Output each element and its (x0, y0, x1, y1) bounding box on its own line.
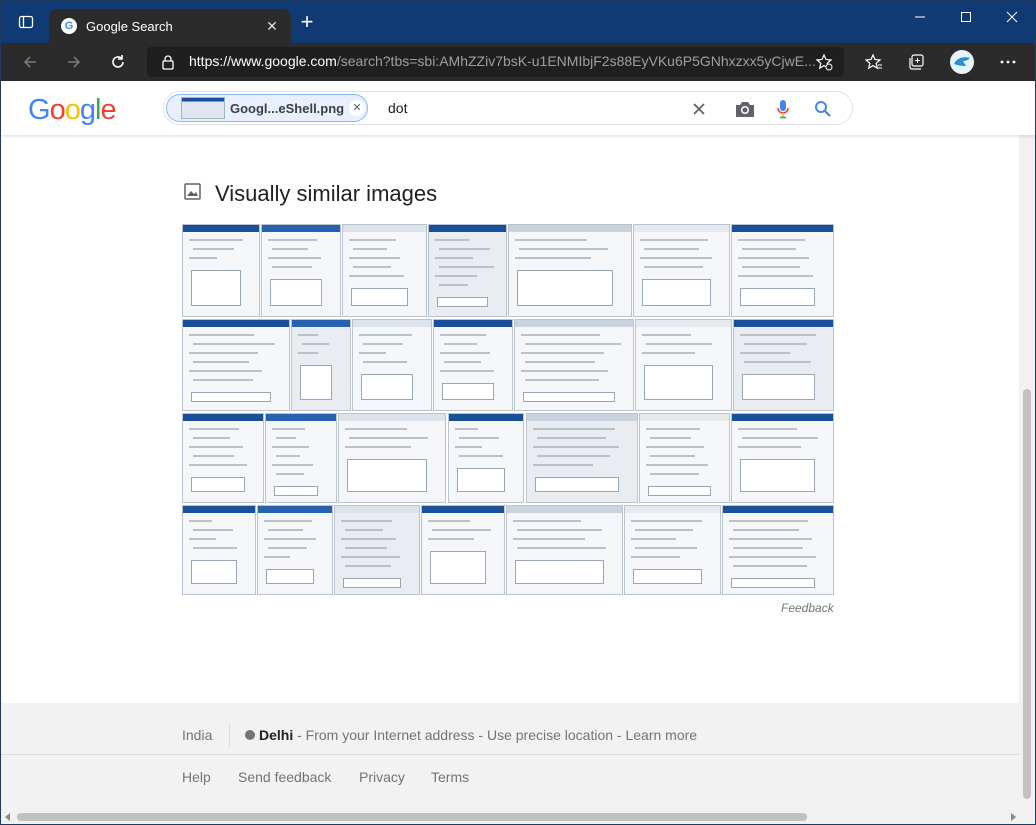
url-host: https://www.google.com (189, 53, 337, 69)
logo-letter: e (100, 94, 116, 126)
scroll-right-icon[interactable] (1011, 813, 1016, 821)
similar-image-thumbnail[interactable] (342, 224, 427, 317)
similar-image-thumbnail[interactable] (508, 224, 632, 317)
forward-icon[interactable] (59, 48, 89, 76)
collections-icon[interactable] (901, 48, 931, 76)
feedback-link[interactable]: Feedback (781, 601, 834, 615)
new-tab-icon[interactable]: + (295, 11, 319, 35)
image-query-chip[interactable]: Googl...eShell.png ✕ (166, 94, 368, 122)
search-box[interactable]: Googl...eShell.png ✕ dot (163, 91, 853, 125)
favorites-icon[interactable] (859, 48, 889, 76)
browser-window: G Google Search ✕ + https://www.google.c… (0, 0, 1036, 825)
image-icon (184, 183, 201, 205)
navigation-bar: https://www.google.com/search?tbs=sbi:AM… (1, 43, 1035, 81)
similar-image-thumbnail[interactable] (733, 319, 834, 411)
results-page: Visually similar images Feedback India D… (1, 135, 1019, 811)
tab-actions-icon[interactable] (11, 1, 41, 43)
similar-image-thumbnail[interactable] (514, 319, 634, 411)
logo-letter: g (79, 94, 96, 126)
scroll-left-icon[interactable] (5, 813, 10, 821)
query-image-thumbnail (181, 97, 225, 119)
similar-image-thumbnail[interactable] (722, 505, 834, 595)
page-footer: India Delhi - From your Internet address… (1, 703, 1019, 811)
location-info: Delhi - From your Internet address - Use… (245, 727, 697, 743)
window-close-icon[interactable] (989, 1, 1035, 33)
terms-link[interactable]: Terms (431, 769, 469, 785)
similar-image-thumbnail[interactable] (433, 319, 513, 411)
footer-location-row: India Delhi - From your Internet address… (1, 703, 1019, 755)
similar-image-thumbnail[interactable] (506, 505, 623, 595)
similar-image-thumbnail[interactable] (265, 413, 337, 503)
tab-title: Google Search (86, 18, 173, 34)
horizontal-scrollbar[interactable] (1, 809, 1035, 824)
footer-divider (229, 723, 230, 747)
vertical-scrollbar[interactable] (1019, 81, 1035, 809)
similar-image-thumbnail[interactable] (633, 224, 730, 317)
logo-letter: o (49, 94, 66, 126)
similar-image-thumbnail[interactable] (639, 413, 730, 503)
favorite-add-icon[interactable] (815, 53, 833, 76)
location-dot-icon (245, 730, 255, 740)
similar-image-thumbnail[interactable] (635, 319, 732, 411)
similar-image-thumbnail[interactable] (182, 413, 264, 503)
title-bar: G Google Search ✕ + (1, 1, 1035, 43)
url-path: /search?tbs=sbi:AMhZZiv7bsK-u1ENMIbjF2s8… (336, 53, 816, 69)
maximize-icon[interactable] (943, 1, 989, 33)
similar-image-thumbnail[interactable] (526, 413, 638, 503)
similar-image-thumbnail[interactable] (352, 319, 432, 411)
refresh-icon[interactable] (103, 48, 133, 76)
similar-image-thumbnail[interactable] (261, 224, 341, 317)
profile-icon[interactable] (947, 48, 977, 76)
similar-images-grid (182, 224, 834, 595)
country-label: India (182, 727, 213, 743)
similar-image-thumbnail[interactable] (624, 505, 721, 595)
chip-label: Googl...eShell.png (230, 101, 345, 116)
similar-image-thumbnail[interactable] (731, 413, 834, 503)
send-feedback-link[interactable]: Send feedback (238, 769, 331, 785)
similar-images-header: Visually similar images (184, 181, 437, 207)
microphone-icon[interactable] (772, 98, 794, 120)
similar-image-thumbnail[interactable] (182, 224, 260, 317)
similar-image-thumbnail[interactable] (182, 319, 290, 411)
similar-image-thumbnail[interactable] (731, 224, 834, 317)
logo-letter: G (28, 94, 51, 126)
close-icon[interactable]: ✕ (263, 17, 281, 35)
tab-google-search[interactable]: G Google Search ✕ (49, 9, 291, 43)
help-link[interactable]: Help (182, 769, 211, 785)
google-header: Google Googl...eShell.png ✕ dot (1, 81, 1035, 135)
address-bar[interactable]: https://www.google.com/search?tbs=sbi:AM… (147, 47, 844, 77)
city-label: Delhi (259, 727, 294, 743)
google-favicon-icon: G (61, 18, 77, 34)
similar-image-thumbnail[interactable] (182, 505, 256, 595)
similar-image-thumbnail[interactable] (334, 505, 420, 595)
similar-image-thumbnail[interactable] (291, 319, 351, 411)
location-note[interactable]: - From your Internet address - Use preci… (293, 727, 697, 743)
lock-icon[interactable] (161, 54, 175, 75)
similar-image-thumbnail[interactable] (448, 413, 524, 503)
back-icon[interactable] (15, 48, 45, 76)
search-icon[interactable] (812, 98, 834, 120)
similar-image-thumbnail[interactable] (338, 413, 446, 503)
similar-image-thumbnail[interactable] (257, 505, 333, 595)
clear-icon[interactable] (688, 98, 710, 120)
similar-image-thumbnail[interactable] (421, 505, 505, 595)
logo-letter: o (64, 94, 81, 126)
google-logo[interactable]: Google (28, 94, 117, 127)
camera-icon[interactable] (734, 98, 756, 120)
privacy-link[interactable]: Privacy (359, 769, 405, 785)
vertical-scroll-thumb[interactable] (1023, 389, 1031, 799)
similar-image-thumbnail[interactable] (428, 224, 507, 317)
more-icon[interactable] (993, 48, 1023, 76)
remove-image-icon[interactable]: ✕ (349, 100, 365, 116)
horizontal-scroll-thumb[interactable] (17, 813, 807, 821)
minimize-icon[interactable] (897, 1, 943, 33)
section-title: Visually similar images (215, 181, 438, 206)
url-text: https://www.google.com/search?tbs=sbi:AM… (189, 53, 816, 69)
search-input[interactable]: dot (388, 100, 407, 116)
